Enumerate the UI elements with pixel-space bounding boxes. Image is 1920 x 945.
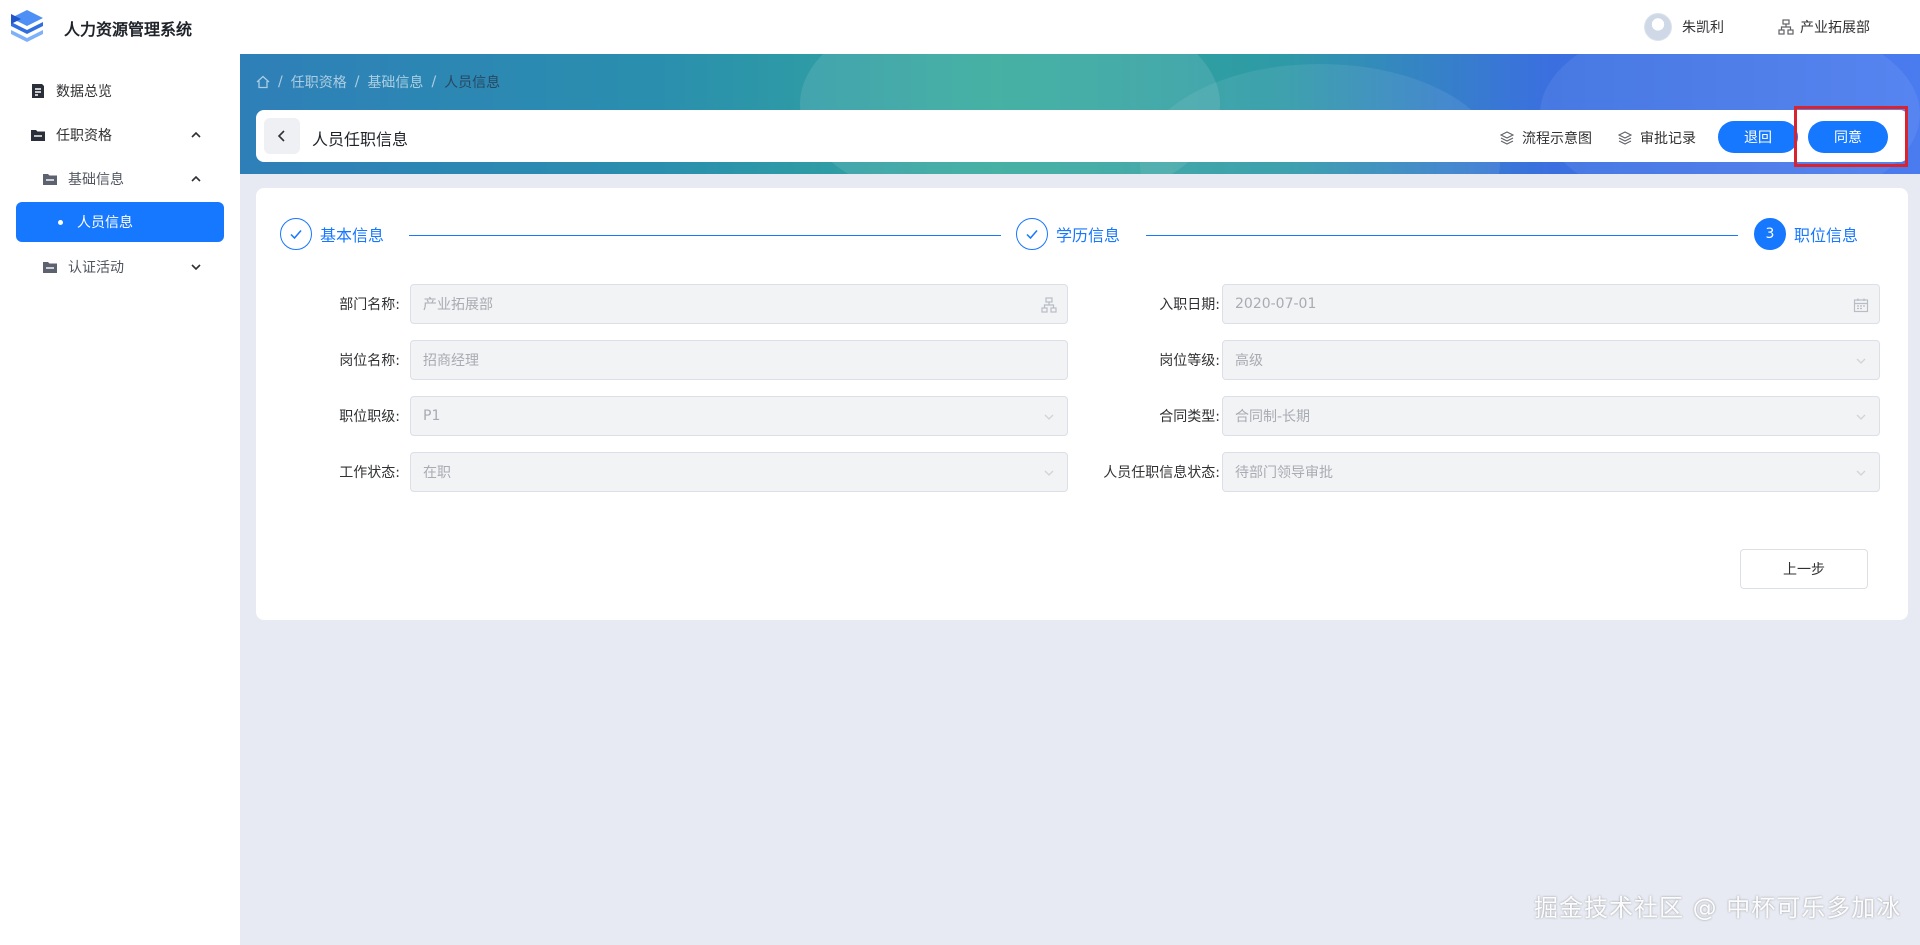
breadcrumb-item-qualification[interactable]: 任职资格 — [291, 72, 347, 92]
sidebar-item-label: 人员信息 — [77, 215, 133, 231]
work-status-label: 工作状态: — [339, 465, 400, 481]
appointment-status-select[interactable]: 待部门领导审批 — [1222, 452, 1880, 492]
check-icon — [1016, 218, 1048, 250]
entry-date-label: 入职日期: — [1159, 297, 1220, 313]
level-value: P1 — [423, 408, 441, 424]
step-education-info[interactable]: 学历信息 — [1016, 218, 1120, 250]
layers-icon — [1618, 131, 1632, 145]
audit-record-label: 审批记录 — [1640, 131, 1696, 147]
dept-field[interactable]: 产业拓展部 — [410, 284, 1068, 324]
approve-button[interactable]: 同意 — [1808, 121, 1888, 153]
step-connector — [409, 235, 1001, 236]
breadcrumb: / 任职资格 / 基础信息 / 人员信息 — [256, 72, 500, 92]
sidebar-item-certification[interactable]: 认证活动 — [16, 247, 224, 287]
chevron-down-icon — [1856, 470, 1866, 476]
breadcrumb-item-current: 人员信息 — [444, 75, 501, 91]
chevron-up-icon — [191, 175, 201, 182]
sidebar-item-label: 基础信息 — [68, 172, 124, 188]
folder-icon — [43, 174, 57, 185]
steps: 基本信息 学历信息 3 职位信息 — [280, 218, 1884, 254]
chevron-down-icon — [191, 264, 201, 271]
folder-icon — [31, 130, 45, 141]
user-menu[interactable]: 朱凯利 — [1644, 13, 1724, 41]
department-switcher[interactable]: 产业拓展部 — [1778, 17, 1870, 37]
home-icon[interactable] — [256, 75, 270, 89]
org-chart-icon — [1778, 19, 1794, 35]
department-name: 产业拓展部 — [1800, 20, 1870, 36]
report-icon — [32, 84, 44, 98]
page-header-card: 人员任职信息 流程示意图 审批记录 退回 同意 — [256, 110, 1908, 162]
org-chart-icon — [1041, 297, 1057, 313]
calendar-icon — [1853, 298, 1869, 313]
dept-value: 产业拓展部 — [423, 297, 493, 313]
sidebar-item-data-overview[interactable]: 数据总览 — [16, 71, 224, 111]
step-label: 学历信息 — [1056, 226, 1121, 245]
chevron-down-icon — [1044, 414, 1054, 420]
post-field[interactable]: 招商经理 — [410, 340, 1068, 380]
post-label: 岗位名称: — [339, 353, 400, 369]
user-name: 朱凯利 — [1682, 20, 1724, 36]
entry-date-field[interactable]: 2020-07-01 — [1222, 284, 1880, 324]
back-button[interactable] — [264, 118, 300, 154]
breadcrumb-separator: / — [278, 74, 283, 90]
sidebar-item-personnel-info[interactable]: 人员信息 — [16, 202, 224, 242]
contract-select[interactable]: 合同制-长期 — [1222, 396, 1880, 436]
app-logo-icon — [11, 10, 43, 42]
avatar — [1644, 13, 1672, 41]
sidebar-item-label: 数据总览 — [56, 84, 112, 100]
step-basic-info[interactable]: 基本信息 — [280, 218, 384, 250]
grade-value: 高级 — [1235, 353, 1263, 369]
app-title: 人力资源管理系统 — [64, 20, 193, 39]
step-connector — [1146, 235, 1738, 236]
level-select[interactable]: P1 — [410, 396, 1068, 436]
entry-date-value: 2020-07-01 — [1235, 296, 1317, 312]
appointment-status-value: 待部门领导审批 — [1235, 465, 1333, 481]
sidebar-item-qualification[interactable]: 任职资格 — [16, 115, 224, 155]
chevron-up-icon — [191, 131, 201, 138]
flow-diagram-button[interactable]: 流程示意图 — [1500, 128, 1592, 148]
level-label: 职位职级: — [339, 409, 400, 425]
folder-icon — [43, 262, 57, 273]
grade-select[interactable]: 高级 — [1222, 340, 1880, 380]
layers-icon — [1500, 131, 1514, 145]
audit-record-button[interactable]: 审批记录 — [1618, 128, 1696, 148]
work-status-value: 在职 — [423, 465, 451, 481]
chevron-down-icon — [1856, 414, 1866, 420]
chevron-left-icon — [277, 130, 285, 142]
dept-label: 部门名称: — [339, 297, 400, 313]
step-position-info[interactable]: 3 职位信息 — [1754, 218, 1858, 250]
sidebar-item-basic-info[interactable]: 基础信息 — [16, 159, 224, 199]
chevron-down-icon — [1856, 358, 1866, 364]
bullet-icon — [58, 219, 63, 225]
watermark: 掘金技术社区 @ 中杯可乐多加冰 — [1534, 894, 1902, 922]
step-number: 3 — [1754, 218, 1786, 250]
step-label: 职位信息 — [1794, 226, 1859, 245]
sidebar-item-label: 认证活动 — [68, 260, 124, 276]
post-value: 招商经理 — [423, 353, 479, 369]
check-icon — [280, 218, 312, 250]
main-card: 基本信息 学历信息 3 职位信息 部门名称: 产业拓展部 入职日期: 2020-… — [256, 188, 1908, 620]
contract-label: 合同类型: — [1159, 409, 1220, 425]
breadcrumb-separator: / — [431, 74, 437, 90]
prev-step-button[interactable]: 上一步 — [1740, 549, 1868, 589]
sidebar: 数据总览 任职资格 基础信息 人员信息 认证活动 — [0, 54, 240, 945]
reject-button[interactable]: 退回 — [1718, 121, 1798, 153]
breadcrumb-item-basic-info[interactable]: 基础信息 — [367, 72, 423, 92]
grade-label: 岗位等级: — [1159, 353, 1220, 369]
flow-diagram-label: 流程示意图 — [1522, 131, 1592, 147]
sidebar-item-label: 任职资格 — [56, 128, 112, 144]
breadcrumb-separator: / — [354, 74, 360, 90]
work-status-select[interactable]: 在职 — [410, 452, 1068, 492]
chevron-down-icon — [1044, 470, 1054, 476]
step-label: 基本信息 — [320, 226, 385, 245]
top-header: 人力资源管理系统 朱凯利 产业拓展部 — [0, 0, 1920, 54]
appointment-status-label: 人员任职信息状态: — [1103, 465, 1220, 481]
contract-value: 合同制-长期 — [1235, 409, 1311, 425]
page-title: 人员任职信息 — [312, 130, 409, 149]
